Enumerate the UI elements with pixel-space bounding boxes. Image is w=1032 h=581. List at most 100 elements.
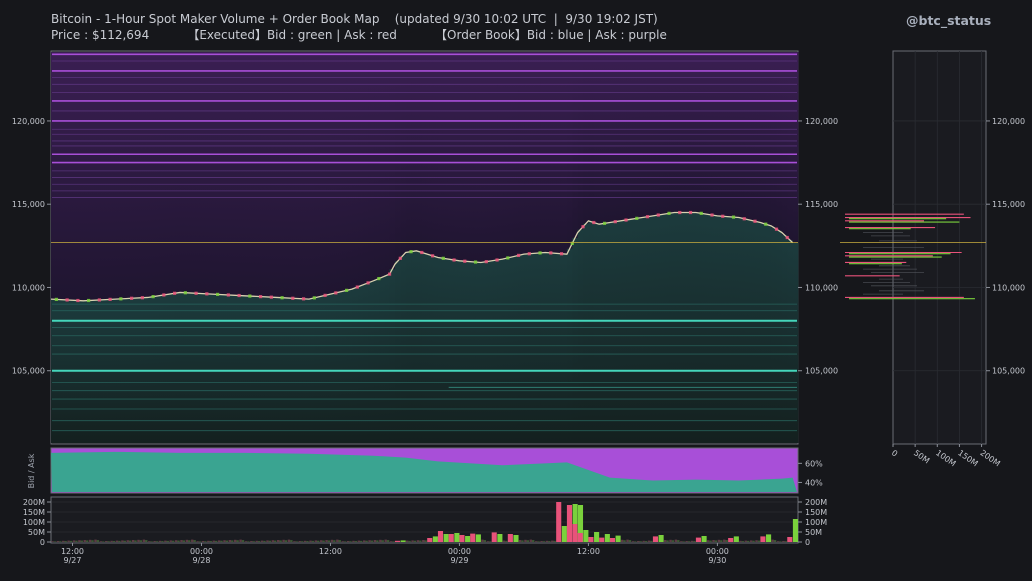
volume-bar-minor [123,540,126,542]
price-candle [538,251,542,255]
volume-bar-minor [185,539,189,542]
x-tick-time: 12:00 [577,547,600,556]
volume-bar-minor [405,540,409,542]
volume-bar-minor [693,541,696,542]
price-candle [54,297,58,302]
volume-bar-minor [336,539,339,542]
volume-bar-minor [145,540,148,542]
bid-column [550,253,557,443]
price-candle [398,256,402,260]
bid-column [384,275,390,443]
ask-column [163,52,170,295]
bid-column [781,235,788,443]
bid-column [604,222,611,443]
volume-bar-minor [413,540,417,542]
volume-bar-minor [411,540,414,542]
volume-bar-minor [526,540,530,542]
ask-column [115,52,122,299]
volume-bar-minor [266,540,269,542]
ask-column [491,52,498,261]
bid-column [470,261,476,443]
ask-column [529,52,536,254]
ask-column [776,52,783,231]
ask-column [169,52,176,294]
volume-bar-minor [228,540,232,542]
volume-bar-minor [752,540,755,542]
ask-column [228,52,235,296]
volume-ask-bar [437,531,444,542]
x-tick-date: 9/28 [192,556,210,565]
volume-bar-minor [537,541,540,542]
bid-column [416,251,423,443]
volume-bar-minor [112,541,116,542]
volume-bar-minor [255,540,258,542]
x-tick-date: 9/30 [708,556,726,565]
price-candle [602,221,607,225]
ask-column [158,52,165,296]
volume-bar-minor [408,540,411,542]
ask-column [287,52,294,299]
price-candle [656,213,660,217]
ask-column [351,52,358,289]
volume-bar-minor [59,541,62,542]
price-candle [291,296,295,300]
volume-tick-label: 0 [40,538,45,547]
volume-bar-minor [381,540,384,542]
volume-bar-minor [553,540,556,542]
volume-bar-minor [384,539,387,542]
volume-bar-minor [182,540,186,542]
ask-column [56,52,63,300]
price-candle [258,295,263,299]
ask-column [561,52,568,254]
price-candle [710,213,714,217]
volume-ask-bar [572,524,578,542]
volume-bar-minor [137,539,140,542]
bid-column [534,253,541,443]
ratio-y-label: Bid / Ask [27,453,36,488]
volume-bar-minor [333,540,336,542]
ask-column [534,52,541,254]
bid-column [405,252,412,443]
ask-column [303,52,310,299]
ask-column [51,52,57,300]
depth-x-tick-label: 200M [978,448,1001,468]
volume-bar-minor [105,541,108,542]
price-candle [473,260,478,264]
y-tick-label: 110,000 [805,283,838,292]
volume-bid-bar [400,540,406,542]
volume-bar-minor [771,539,774,542]
volume-bar-minor [274,540,277,542]
ask-column [308,52,315,299]
price-candle [721,214,725,218]
volume-bid-bar [497,534,503,542]
ask-column [126,52,133,299]
volume-ask-bar [491,532,497,542]
ask-column [368,52,374,282]
bid-column [518,254,525,443]
price-candle [742,217,746,221]
volume-bar-minor [142,539,146,542]
ask-column [282,52,288,298]
ask-column [249,52,256,297]
price-candle [130,296,134,300]
volume-bar-minor [755,540,758,542]
price-candle [667,211,671,215]
volume-bar-minor [488,541,492,542]
volume-bar-minor [486,541,490,542]
volume-bar-minor [188,540,191,542]
volume-bar-minor [293,541,296,542]
volume-bar-minor [241,540,245,542]
volume-bar-minor [376,540,379,542]
ask-column [669,52,675,213]
volume-bar-minor [53,541,57,542]
volume-tick-label: 150M [23,508,45,517]
price-candle [452,258,456,262]
ask-column [663,52,670,214]
price-candle [173,291,177,295]
volume-bar-minor [169,540,172,542]
bid-column [480,262,487,443]
price-candle [516,253,521,258]
ask-column [384,52,390,276]
price-candle [205,292,209,296]
price-candle [559,252,564,256]
